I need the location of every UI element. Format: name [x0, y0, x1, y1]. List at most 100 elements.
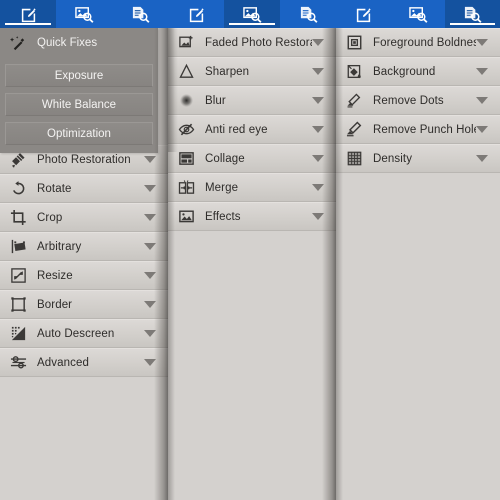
list-item[interactable]: Anti red eye [168, 115, 336, 144]
chevron-down-icon[interactable] [144, 359, 156, 366]
tab-edit-panel-left[interactable] [0, 0, 56, 28]
chevron-down-icon[interactable] [312, 213, 324, 220]
tabbar-panel-right [336, 0, 500, 28]
image-search-icon [408, 5, 429, 24]
quick-fix-optimization-button[interactable]: Optimization [5, 122, 153, 145]
list-item[interactable]: Crop [0, 203, 168, 232]
tab-image-search-panel-left[interactable] [56, 0, 112, 28]
document-search-icon [298, 5, 319, 24]
tab-image-search-panel-right[interactable] [390, 0, 446, 28]
collage-layout-icon [176, 149, 196, 169]
chevron-down-icon[interactable] [144, 156, 156, 163]
list-item[interactable]: Rotate [0, 174, 168, 203]
blur-dot-icon [176, 91, 196, 111]
chevron-down-icon[interactable] [476, 68, 488, 75]
list-item-label: Background [373, 65, 436, 78]
list-item-label: Density [373, 152, 413, 165]
list-item[interactable]: Collage [168, 144, 336, 173]
list-item[interactable]: Remove Dots [336, 86, 500, 115]
eye-slash-icon [176, 120, 196, 140]
list-item[interactable]: Effects [168, 202, 336, 231]
list-item-label: Advanced [37, 356, 89, 369]
chevron-down-icon[interactable] [144, 185, 156, 192]
chevron-down-icon[interactable] [312, 126, 324, 133]
quick-fix-exposure-button[interactable]: Exposure [5, 64, 153, 87]
list-item[interactable]: Border [0, 290, 168, 319]
list-item-label: Remove Dots [373, 94, 444, 107]
list-item[interactable]: Background [336, 57, 500, 86]
list-item[interactable]: Merge [168, 173, 336, 202]
descreen-halftone-icon [8, 324, 28, 344]
list-item-label: Photo Restoration [37, 153, 131, 166]
list-item-label: Remove Punch Hole [373, 123, 476, 136]
quick-fixes-section: Quick Fixes Exposure White Balance Optim… [0, 28, 158, 153]
chevron-down-icon[interactable] [312, 155, 324, 162]
chevron-down-icon[interactable] [144, 272, 156, 279]
chevron-down-icon[interactable] [312, 184, 324, 191]
list-item[interactable]: Advanced [0, 348, 168, 377]
panel-right: Foreground Boldness Background Remove Do… [322, 0, 500, 500]
chevron-down-icon[interactable] [476, 97, 488, 104]
list-item-label: Blur [205, 94, 226, 107]
list-item-label: Border [37, 298, 73, 311]
list-item[interactable]: Sharpen [168, 57, 336, 86]
list-item-label: Merge [205, 181, 239, 194]
list-item[interactable]: Foreground Boldness [336, 28, 500, 57]
list-item[interactable]: Density [336, 144, 500, 173]
tab-document-search-panel-left[interactable] [112, 0, 168, 28]
chevron-down-icon[interactable] [144, 330, 156, 337]
chevron-down-icon[interactable] [144, 301, 156, 308]
edit-pencil-square-icon [19, 5, 38, 24]
tab-edit-panel-middle[interactable] [168, 0, 224, 28]
rotate-ccw-icon [8, 179, 28, 199]
list-item-label: Crop [37, 211, 63, 224]
list-item[interactable]: Resize [0, 261, 168, 290]
list-item-label: Faded Photo Restoration [205, 36, 312, 49]
tab-edit-panel-right[interactable] [336, 0, 391, 28]
list-item[interactable]: Blur [168, 86, 336, 115]
chevron-down-icon[interactable] [144, 214, 156, 221]
chevron-down-icon[interactable] [476, 155, 488, 162]
image-search-icon [74, 5, 95, 24]
document-search-icon [130, 5, 151, 24]
list-item-label: Rotate [37, 182, 72, 195]
paint-bucket-icon [344, 62, 364, 82]
panel-left-filler [0, 377, 168, 500]
list-item[interactable]: Remove Punch Hole [336, 115, 500, 144]
foreground-square-icon [344, 33, 364, 53]
effects-picture-icon [176, 207, 196, 227]
quick-fixes-shadow [168, 28, 178, 152]
arbitrary-rotate-icon [8, 237, 28, 257]
list-item-label: Resize [37, 269, 73, 282]
list-item-label: Collage [205, 152, 245, 165]
list-item-label: Arbitrary [37, 240, 82, 253]
resize-diagonal-icon [8, 266, 28, 286]
tabbar-panel-middle [168, 0, 336, 28]
image-search-icon [242, 5, 263, 24]
quick-fix-white-balance-button[interactable]: White Balance [5, 93, 153, 116]
quick-fixes-buttons: Exposure White Balance Optimization [0, 64, 158, 145]
tabbar-panel-left [0, 0, 168, 28]
chevron-down-icon[interactable] [312, 97, 324, 104]
chevron-down-icon[interactable] [312, 39, 324, 46]
tab-document-search-panel-middle[interactable] [280, 0, 336, 28]
quick-fixes-header[interactable]: Quick Fixes [0, 28, 158, 58]
edit-pencil-square-icon [354, 5, 373, 24]
document-search-icon [462, 5, 483, 24]
chevron-down-icon[interactable] [476, 39, 488, 46]
merge-panels-icon [176, 178, 196, 198]
panel-middle: Faded Photo Restoration Sharpen [154, 0, 336, 500]
panel-middle-filler [168, 231, 336, 500]
list-item-label: Sharpen [205, 65, 250, 78]
eraser-small-icon [344, 91, 364, 111]
tab-document-search-panel-right[interactable] [445, 0, 500, 28]
tab-image-search-panel-middle[interactable] [224, 0, 280, 28]
list-item[interactable]: Arbitrary [0, 232, 168, 261]
list-item-label: Effects [205, 210, 241, 223]
chevron-down-icon[interactable] [144, 243, 156, 250]
list-item[interactable]: Auto Descreen [0, 319, 168, 348]
list-item[interactable]: Faded Photo Restoration [168, 28, 336, 57]
chevron-down-icon[interactable] [312, 68, 324, 75]
sharpen-triangle-icon [176, 62, 196, 82]
chevron-down-icon[interactable] [476, 126, 488, 133]
